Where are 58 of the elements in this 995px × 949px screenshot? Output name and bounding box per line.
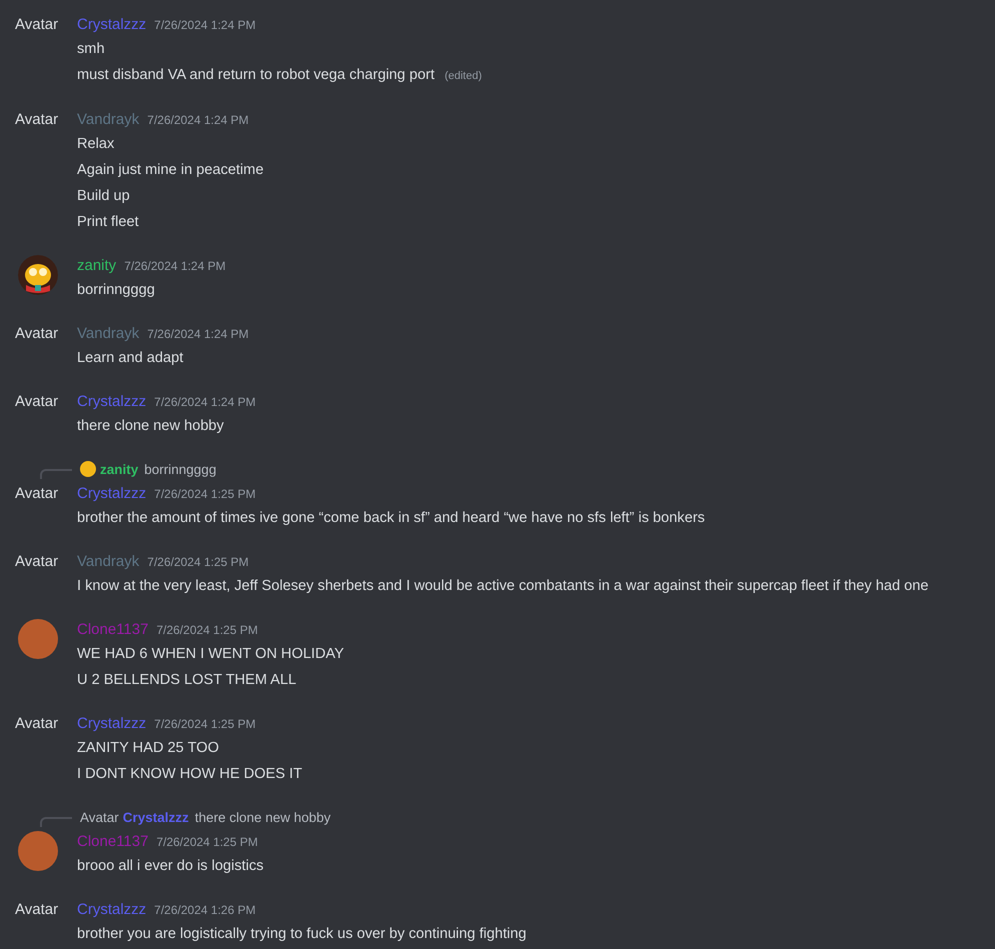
message-text: brother you are logistically trying to fuck us over by continuing fighting	[77, 926, 526, 942]
author-name[interactable]: Vandrayk	[77, 109, 140, 131]
message-text: WE HAD 6 WHEN I WENT ON HOLIDAY	[77, 646, 344, 662]
author-name[interactable]: Vandrayk	[77, 551, 140, 573]
author-name[interactable]: Vandrayk	[77, 323, 140, 345]
message-text: borrinngggg	[77, 282, 155, 298]
reply-author[interactable]: zanity	[100, 462, 138, 476]
timestamp: 7/26/2024 1:24 PM	[154, 17, 256, 34]
message-text: brooo all i ever do is logistics	[77, 858, 264, 874]
author-name[interactable]: zanity	[77, 255, 116, 277]
message-text: must disband VA and return to robot vega charging port	[77, 67, 434, 83]
author-name[interactable]: Crystalzzz	[77, 713, 146, 735]
author-name[interactable]: Crystalzzz	[77, 483, 146, 505]
message-text: U 2 BELLENDS LOST THEM ALL	[77, 672, 296, 688]
timestamp: 7/26/2024 1:24 PM	[124, 258, 226, 275]
message-text: I know at the very least, Jeff Solesey sherbets and I would be active combatants in a war against their supercap fleet if they had one	[77, 578, 929, 594]
avatar-alt-text: Avatar	[15, 900, 58, 920]
author-name[interactable]: Crystalzzz	[77, 14, 146, 36]
author-name[interactable]: Clone1137	[77, 619, 148, 641]
message-text: Relax	[77, 136, 114, 152]
author-name[interactable]: Crystalzzz	[77, 899, 146, 921]
avatar-alt-text: Avatar	[15, 484, 58, 504]
message-text: smh	[77, 41, 105, 57]
message-text: Again just mine in peacetime	[77, 162, 264, 178]
avatar-photo[interactable]	[18, 831, 58, 871]
message-text: there clone new hobby	[77, 418, 224, 434]
avatar-alt-text: Avatar	[15, 324, 58, 344]
cartoon-avatar-icon[interactable]	[18, 255, 58, 295]
avatar-alt-text: Avatar	[15, 714, 58, 734]
reply-preview[interactable]: there clone new hobby	[194, 810, 331, 824]
message-text: ZANITY HAD 25 TOO	[77, 740, 219, 756]
timestamp: 7/26/2024 1:24 PM	[154, 394, 256, 411]
message-text: I DONT KNOW HOW HE DOES IT	[77, 766, 302, 782]
avatar-photo[interactable]	[18, 619, 58, 659]
edited-label: (edited)	[444, 70, 482, 82]
timestamp: 7/26/2024 1:26 PM	[154, 902, 256, 919]
avatar-alt-text: Avatar	[80, 810, 119, 824]
timestamp: 7/26/2024 1:24 PM	[147, 112, 249, 129]
author-name[interactable]: Clone1137	[77, 831, 148, 853]
message-text: Print fleet	[77, 214, 139, 230]
author-name[interactable]: Crystalzzz	[77, 391, 146, 413]
reply-author[interactable]: Crystalzzz	[122, 810, 189, 824]
timestamp: 7/26/2024 1:25 PM	[156, 834, 258, 851]
message-text: brother the amount of times ive gone “come back in sf” and heard “we have no sfs left” is bonkers	[77, 510, 705, 526]
reply-preview[interactable]: borrinngggg	[144, 462, 216, 476]
timestamp: 7/26/2024 1:25 PM	[154, 716, 256, 733]
message-text: Learn and adapt	[77, 350, 184, 366]
avatar-alt-text: Avatar	[15, 552, 58, 572]
reply-connector-line	[40, 469, 72, 479]
reply-connector-line	[40, 817, 72, 827]
avatar-alt-text: Avatar	[15, 15, 58, 35]
avatar-alt-text: Avatar	[15, 392, 58, 412]
timestamp: 7/26/2024 1:24 PM	[147, 326, 249, 343]
timestamp: 7/26/2024 1:25 PM	[147, 554, 249, 571]
timestamp: 7/26/2024 1:25 PM	[154, 486, 256, 503]
avatar-alt-text: Avatar	[15, 110, 58, 130]
timestamp: 7/26/2024 1:25 PM	[156, 622, 258, 639]
message-text: Build up	[77, 188, 130, 204]
